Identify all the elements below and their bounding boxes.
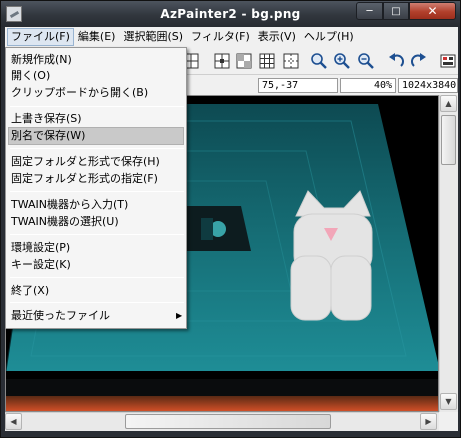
menu-bar: ファイル(F) 編集(E) 選択範囲(S) フィルタ(F) 表示(V) ヘルプ(… xyxy=(5,27,458,47)
menu-open-clipboard[interactable]: クリップボードから開く(B) xyxy=(8,84,184,102)
minimize-button[interactable]: ─ xyxy=(356,2,383,20)
menu-separator xyxy=(10,234,184,235)
menu-save-as[interactable]: 別名で保存(W) xyxy=(8,127,184,145)
menu-separator xyxy=(10,277,184,278)
undo-icon[interactable] xyxy=(386,51,406,71)
menu-separator xyxy=(10,106,184,107)
zoom-in-icon[interactable] xyxy=(332,51,352,71)
size-grip[interactable] xyxy=(439,412,458,431)
scroll-up-button[interactable]: ▲ xyxy=(440,95,457,112)
menu-exit[interactable]: 終了(X) xyxy=(8,282,184,300)
menu-save-fixed[interactable]: 固定フォルダと形式で保存(H) xyxy=(8,153,184,171)
scroll-down-button[interactable]: ▼ xyxy=(440,393,457,410)
grid-icon[interactable] xyxy=(257,51,277,71)
menu-save[interactable]: 上書き保存(S) xyxy=(8,110,184,128)
menu-set-fixed[interactable]: 固定フォルダと形式の指定(F) xyxy=(8,170,184,188)
tool-options-icon[interactable] xyxy=(438,51,458,71)
vertical-scrollbar[interactable]: ▲ ▼ xyxy=(439,95,458,412)
image-size: 1024x3840 xyxy=(398,78,458,93)
horizontal-scrollbar[interactable]: ◀ ▶ xyxy=(5,412,439,431)
menu-separator xyxy=(10,302,184,303)
scroll-right-button[interactable]: ▶ xyxy=(420,413,437,430)
ruler-icon[interactable] xyxy=(281,51,301,71)
maximize-button[interactable]: □ xyxy=(383,2,409,20)
menu-open[interactable]: 開く(O) xyxy=(8,67,184,85)
app-window: AzPainter2 - bg.png ─ □ ✕ ファイル(F) 編集(E) … xyxy=(0,0,461,438)
vertical-scroll-thumb[interactable] xyxy=(441,115,456,165)
menu-help[interactable]: ヘルプ(H) xyxy=(300,28,358,46)
menu-edit[interactable]: 編集(E) xyxy=(74,28,120,46)
menu-twain-acquire[interactable]: TWAIN機器から入力(T) xyxy=(8,196,184,214)
scroll-left-button[interactable]: ◀ xyxy=(5,413,22,430)
zoom-out-icon[interactable] xyxy=(356,51,376,71)
menu-separator xyxy=(10,191,184,192)
submenu-arrow-icon: ▶ xyxy=(176,311,183,320)
redo-icon[interactable] xyxy=(409,51,429,71)
menu-recent-files[interactable]: 最近使ったファイル ▶ xyxy=(8,307,184,325)
file-menu-dropdown: 新規作成(N) 開く(O) クリップボードから開く(B) 上書き保存(S) 別名… xyxy=(5,47,187,329)
menu-separator xyxy=(10,148,184,149)
zoom-level: 40% xyxy=(340,78,396,93)
menu-selection[interactable]: 選択範囲(S) xyxy=(119,28,187,46)
menu-file[interactable]: ファイル(F) xyxy=(7,28,74,46)
menu-key-settings[interactable]: キー設定(K) xyxy=(8,256,184,274)
menu-recent-files-label: 最近使ったファイル xyxy=(11,309,110,322)
menu-view[interactable]: 表示(V) xyxy=(254,28,300,46)
title-bar[interactable]: AzPainter2 - bg.png ─ □ ✕ xyxy=(1,1,460,27)
zoom-icon[interactable] xyxy=(309,51,329,71)
menu-twain-select[interactable]: TWAIN機器の選択(U) xyxy=(8,213,184,231)
cursor-coordinates: 75,-37 xyxy=(258,78,338,93)
menu-filter[interactable]: フィルタ(F) xyxy=(187,28,254,46)
horizontal-scroll-thumb[interactable] xyxy=(125,414,331,429)
close-button[interactable]: ✕ xyxy=(409,2,456,20)
transparency-icon[interactable] xyxy=(234,51,254,71)
crosshair-grid-icon[interactable] xyxy=(212,51,232,71)
menu-preferences[interactable]: 環境設定(P) xyxy=(8,239,184,257)
